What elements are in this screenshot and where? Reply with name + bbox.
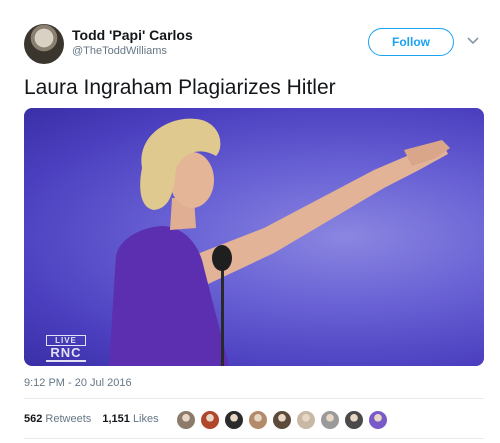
tweet-text: Laura Ingraham Plagiarizes Hitler (24, 76, 336, 99)
author-avatar[interactable] (24, 24, 64, 64)
likes-count: 1,151 (102, 413, 130, 425)
likes-stat[interactable]: 1,151 Likes (102, 413, 158, 425)
retweets-stat[interactable]: 562 Retweets (24, 413, 91, 425)
likes-label: Likes (132, 413, 159, 425)
liker-avatar[interactable] (248, 410, 268, 430)
liker-avatar[interactable] (224, 410, 244, 430)
author-handle[interactable]: @TheToddWilliams (72, 45, 167, 57)
retweets-count: 562 (24, 413, 43, 425)
follow-button[interactable]: Follow (368, 28, 454, 56)
media-watermark: LIVE RNC (46, 335, 86, 362)
tweet-timestamp[interactable]: 9:12 PM - 20 Jul 2016 (24, 377, 132, 389)
author-name[interactable]: Todd 'Papi' Carlos (72, 27, 193, 43)
engagement-stats: 562 Retweets 1,151 Likes (24, 413, 167, 425)
liker-avatar[interactable] (320, 410, 340, 430)
liker-avatar[interactable] (272, 410, 292, 430)
divider (24, 438, 484, 439)
retweets-label: Retweets (45, 413, 92, 425)
liker-avatar[interactable] (368, 410, 388, 430)
tweet-media-image[interactable]: LIVE RNC (24, 108, 484, 366)
liker-avatar[interactable] (344, 410, 364, 430)
liker-avatar[interactable] (200, 410, 220, 430)
divider (24, 398, 484, 399)
chevron-down-icon[interactable] (466, 34, 480, 48)
liker-avatar[interactable] (296, 410, 316, 430)
tweet-card: Todd 'Papi' Carlos @TheToddWilliams Foll… (0, 0, 500, 443)
liker-avatar[interactable] (176, 410, 196, 430)
watermark-rnc: RNC (46, 346, 86, 362)
